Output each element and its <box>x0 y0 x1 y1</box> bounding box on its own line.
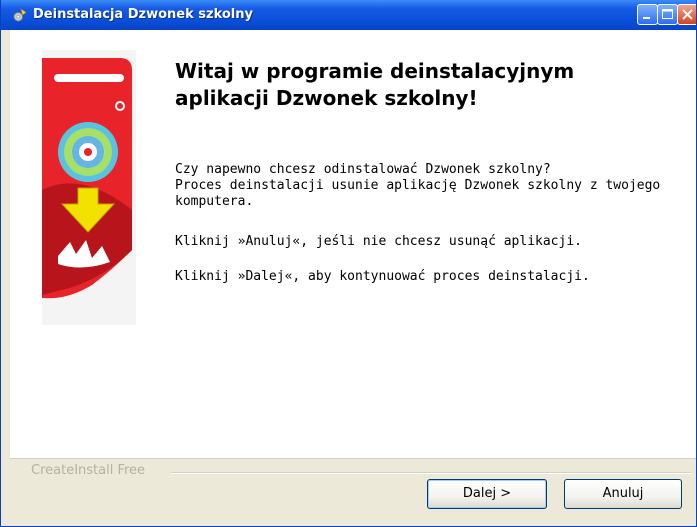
uninstall-graphic-icon <box>42 58 132 299</box>
uninstall-window: Deinstalacja Dzwonek szkolny Witaj w pro… <box>0 0 697 527</box>
close-icon <box>682 9 693 20</box>
heading-line-1: Witaj w programie deinstalacyjnym <box>175 59 575 83</box>
app-icon <box>13 8 27 22</box>
close-button[interactable] <box>677 4 696 25</box>
next-instruction: Kliknij »Dalej«, aby kontynuować proces … <box>175 269 590 284</box>
confirmation-text: Czy napewno chcesz odinstalować Dzwonek … <box>175 162 660 210</box>
cancel-button[interactable]: Anuluj <box>564 479 682 509</box>
installer-brand: CreateInstall Free <box>31 463 146 478</box>
confirmation-line-1: Czy napewno chcesz odinstalować Dzwonek … <box>175 162 551 177</box>
cancel-instruction: Kliknij »Anuluj«, jeśli nie chcesz usuną… <box>175 234 582 249</box>
title-bar[interactable]: Deinstalacja Dzwonek szkolny <box>1 0 696 30</box>
heading-line-2: aplikacji Dzwonek szkolny! <box>175 86 478 110</box>
maximize-button[interactable] <box>657 4 678 25</box>
welcome-heading: Witaj w programie deinstalacyjnym aplika… <box>175 58 675 112</box>
minimize-icon <box>643 17 650 19</box>
next-button[interactable]: Dalej > <box>427 479 547 509</box>
footer-divider <box>171 472 691 474</box>
minimize-button[interactable] <box>637 4 658 25</box>
installer-banner <box>42 50 136 325</box>
window-title: Deinstalacja Dzwonek szkolny <box>33 7 253 22</box>
maximize-icon <box>662 9 673 19</box>
confirmation-line-3: komputera. <box>175 194 254 209</box>
confirmation-line-2: Proces deinstalacji usunie aplikację Dzw… <box>175 178 661 193</box>
